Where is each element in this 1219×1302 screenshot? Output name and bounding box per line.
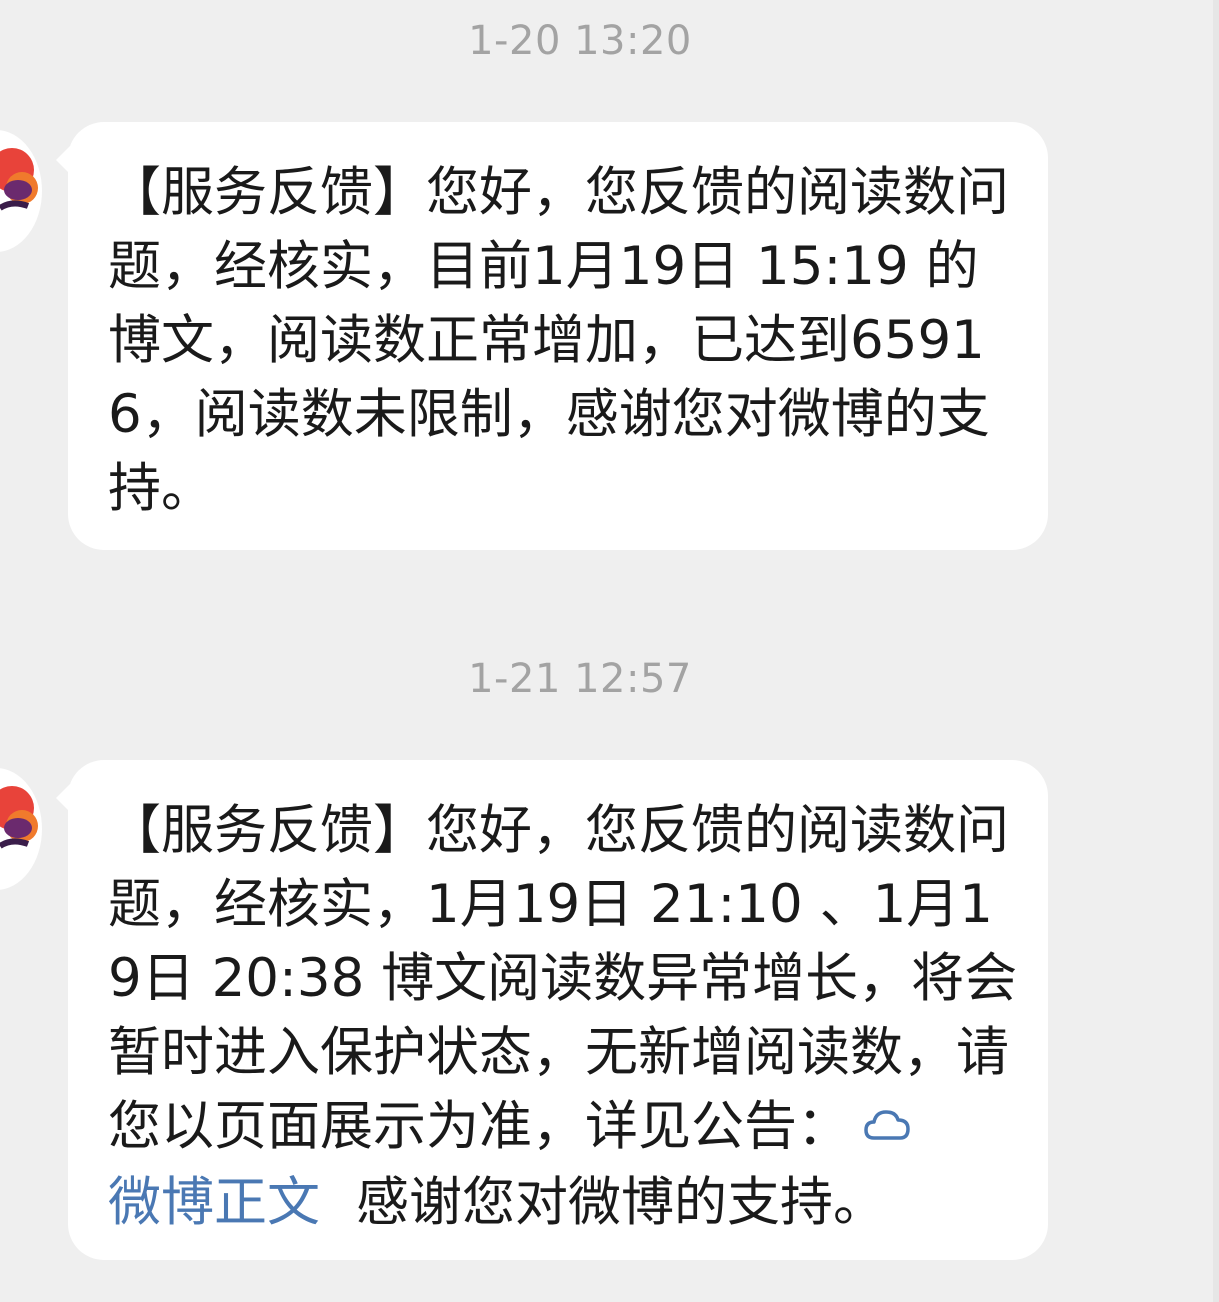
avatar-logo-icon [0,786,38,849]
bubble-tail [56,146,70,174]
bubble-tail [56,784,70,812]
message-text: 【服务反馈】您好，您反馈的阅读数问题，经核实，1月19日 21:10 、1月19… [108,794,1018,1240]
message-timestamp: 1-20 13:20 [468,18,692,64]
avatar-logo-icon [0,148,38,211]
message-bubble: 【服务反馈】您好，您反馈的阅读数问题，经核实，目前1月19日 15:19 的博文… [56,122,1048,550]
message-bubble: 【服务反馈】您好，您反馈的阅读数问题，经核实，1月19日 21:10 、1月19… [56,760,1048,1260]
sender-avatar[interactable] [0,768,42,890]
sender-avatar[interactable] [0,130,42,252]
message-closing: 感谢您对微博的支持。 [356,1172,886,1234]
weibo-post-link[interactable]: 微博正文 [108,1172,320,1233]
message-text: 【服务反馈】您好，您反馈的阅读数问题，经核实，目前1月19日 15:19 的博文… [108,162,1009,519]
weibo-link-icon[interactable] [864,1092,912,1166]
message-timestamp: 1-21 12:57 [468,656,692,702]
scrollbar[interactable] [1213,0,1219,1302]
